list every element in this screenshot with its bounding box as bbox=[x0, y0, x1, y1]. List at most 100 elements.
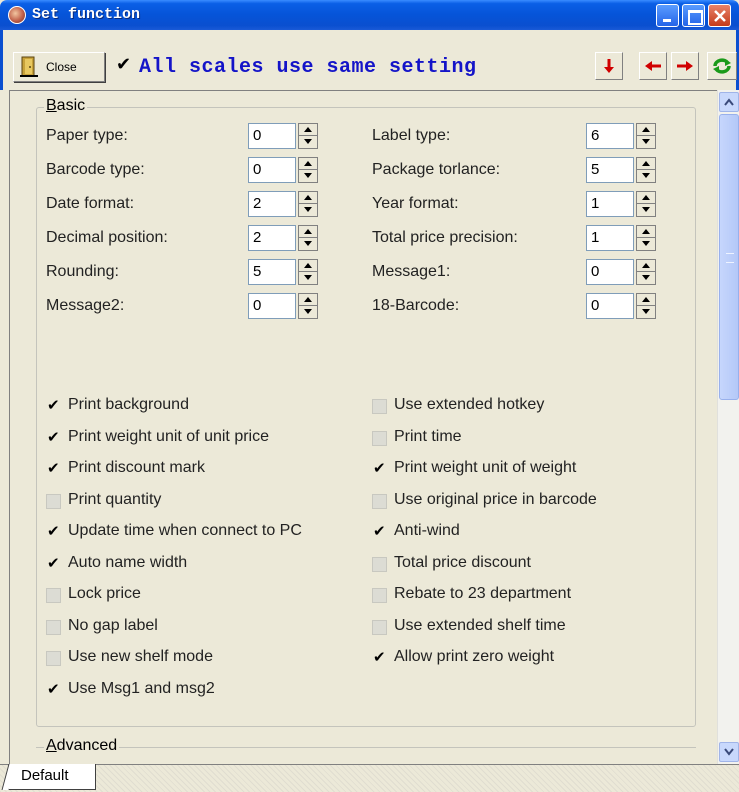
field-label: Paper type: bbox=[46, 127, 128, 144]
field-label: Package torlance: bbox=[372, 161, 501, 178]
spin-input[interactable]: 1 bbox=[586, 191, 634, 217]
checkbox-box[interactable] bbox=[46, 459, 61, 477]
checkbox-label: Print background bbox=[68, 396, 189, 413]
chevron-down-icon bbox=[724, 748, 734, 756]
spin-up-button[interactable] bbox=[637, 124, 655, 136]
checkbox-label: Use extended shelf time bbox=[394, 616, 566, 634]
spin-input[interactable]: 0 bbox=[586, 259, 634, 285]
spin-input[interactable]: 5 bbox=[586, 157, 634, 183]
spin-buttons bbox=[636, 157, 656, 183]
spin-down-button[interactable] bbox=[299, 306, 317, 318]
checkbox-box[interactable] bbox=[46, 554, 61, 572]
checkbox-box[interactable] bbox=[46, 522, 61, 540]
field-label: 18-Barcode: bbox=[372, 297, 460, 314]
previous-button[interactable] bbox=[639, 52, 667, 80]
maximize-button[interactable] bbox=[682, 4, 705, 27]
checkbox-box[interactable] bbox=[46, 619, 61, 635]
move-down-button[interactable] bbox=[595, 52, 623, 80]
spin-field: 0 bbox=[586, 293, 658, 319]
checkbox-box[interactable] bbox=[46, 588, 61, 603]
field-label: Label type: bbox=[372, 127, 451, 144]
tab-default[interactable]: Default bbox=[8, 764, 96, 790]
spin-down-button[interactable] bbox=[637, 272, 655, 284]
checkbox-box[interactable] bbox=[372, 430, 387, 446]
checkbox-box[interactable] bbox=[372, 556, 387, 572]
close-window-button[interactable] bbox=[708, 4, 731, 27]
spin-down-button[interactable] bbox=[637, 238, 655, 250]
spin-up-button[interactable] bbox=[299, 192, 317, 204]
checkbox-box[interactable] bbox=[46, 428, 61, 446]
same-setting-label: All scales use same setting bbox=[139, 56, 477, 79]
spin-input[interactable]: 2 bbox=[248, 191, 296, 217]
checkbox-label: Use Msg1 and msg2 bbox=[68, 679, 215, 697]
window-title: Set function bbox=[32, 6, 141, 23]
spin-input[interactable]: 2 bbox=[248, 225, 296, 251]
checkbox-box[interactable] bbox=[372, 459, 387, 477]
app-icon bbox=[8, 6, 26, 24]
spin-field: 6 bbox=[586, 123, 658, 149]
spin-field: 2 bbox=[248, 191, 320, 217]
field-label: Rounding: bbox=[46, 263, 119, 280]
spin-up-button[interactable] bbox=[299, 158, 317, 170]
scroll-up-button[interactable] bbox=[719, 92, 739, 112]
checkbox-box[interactable] bbox=[46, 493, 61, 509]
spin-down-button[interactable] bbox=[637, 136, 655, 148]
spin-up-button[interactable] bbox=[637, 192, 655, 204]
spin-up-button[interactable] bbox=[299, 226, 317, 238]
checkbox-box[interactable] bbox=[46, 651, 61, 666]
checkbox-box[interactable] bbox=[372, 493, 387, 509]
close-button[interactable]: Close bbox=[13, 52, 105, 82]
same-setting-checkbox[interactable]: ✔ bbox=[116, 54, 134, 74]
vertical-scrollbar[interactable] bbox=[717, 90, 739, 764]
checkbox-box[interactable] bbox=[372, 588, 387, 603]
spin-input[interactable]: 6 bbox=[586, 123, 634, 149]
refresh-button[interactable] bbox=[707, 52, 737, 80]
spin-down-button[interactable] bbox=[299, 238, 317, 250]
spin-up-button[interactable] bbox=[637, 260, 655, 272]
spin-input[interactable]: 1 bbox=[586, 225, 634, 251]
checkbox-box[interactable] bbox=[372, 522, 387, 540]
spin-down-button[interactable] bbox=[299, 204, 317, 216]
next-button[interactable] bbox=[671, 52, 699, 80]
minimize-button[interactable] bbox=[656, 4, 679, 27]
checkbox-box[interactable] bbox=[372, 619, 387, 635]
spin-up-button[interactable] bbox=[637, 226, 655, 238]
scroll-down-button[interactable] bbox=[719, 742, 739, 762]
checkbox-label: Rebate to 23 department bbox=[394, 585, 572, 602]
checkbox-label: Use original price in barcode bbox=[394, 490, 597, 508]
spin-field: 0 bbox=[248, 293, 320, 319]
spin-field: 1 bbox=[586, 191, 658, 217]
spin-up-button[interactable] bbox=[637, 294, 655, 306]
spin-buttons bbox=[636, 293, 656, 319]
checkbox-label: No gap label bbox=[68, 616, 158, 634]
advanced-group-border bbox=[36, 747, 696, 748]
spin-up-button[interactable] bbox=[299, 260, 317, 272]
spin-down-button[interactable] bbox=[299, 272, 317, 284]
checkbox-box[interactable] bbox=[372, 648, 387, 666]
spin-down-button[interactable] bbox=[637, 204, 655, 216]
spin-input[interactable]: 0 bbox=[248, 157, 296, 183]
spin-input[interactable]: 0 bbox=[248, 293, 296, 319]
spin-input[interactable]: 5 bbox=[248, 259, 296, 285]
checkbox-box[interactable] bbox=[46, 396, 61, 414]
field-label: Decimal position: bbox=[46, 229, 168, 246]
spin-down-button[interactable] bbox=[637, 170, 655, 182]
checkbox-box[interactable] bbox=[372, 399, 387, 414]
spin-down-button[interactable] bbox=[637, 306, 655, 318]
spin-up-button[interactable] bbox=[637, 158, 655, 170]
spin-input[interactable]: 0 bbox=[248, 123, 296, 149]
checkbox-box[interactable] bbox=[46, 680, 61, 698]
field-label: Total price precision: bbox=[372, 229, 518, 246]
arrow-down-icon bbox=[604, 59, 614, 73]
spin-down-button[interactable] bbox=[299, 136, 317, 148]
spin-down-button[interactable] bbox=[299, 170, 317, 182]
spin-field: 0 bbox=[586, 259, 658, 285]
spin-up-button[interactable] bbox=[299, 124, 317, 136]
spin-input[interactable]: 0 bbox=[586, 293, 634, 319]
spin-buttons bbox=[636, 191, 656, 217]
spin-up-button[interactable] bbox=[299, 294, 317, 306]
scroll-thumb[interactable] bbox=[719, 114, 739, 400]
checkbox-label: Print discount mark bbox=[68, 459, 205, 476]
checkbox-label: Anti-wind bbox=[394, 522, 460, 539]
checkbox-label: Total price discount bbox=[394, 553, 531, 571]
